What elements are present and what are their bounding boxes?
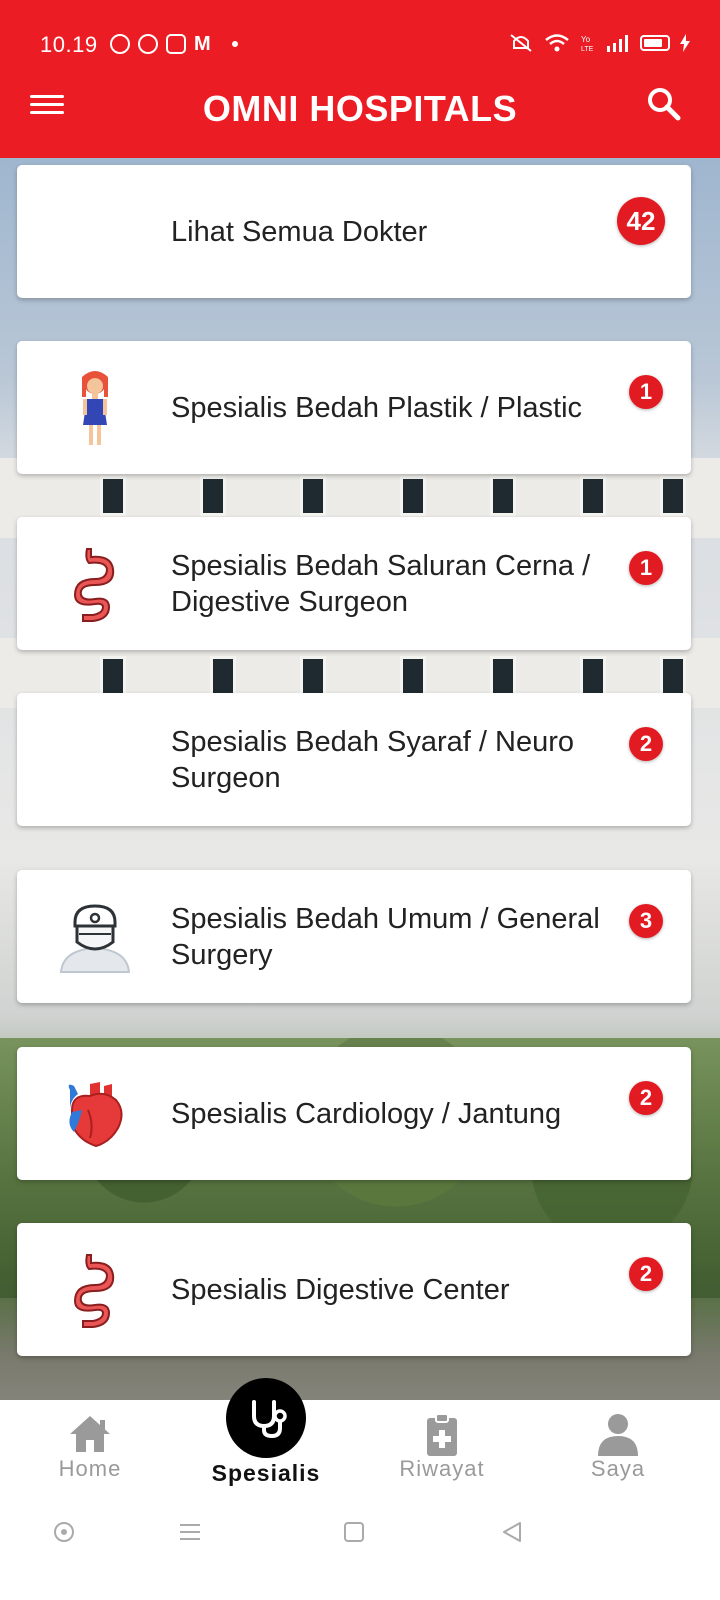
count-badge: 2 — [629, 1081, 663, 1115]
search-icon[interactable] — [644, 84, 684, 124]
nav-saya[interactable]: Saya — [528, 1400, 708, 1500]
system-navigation-bar — [0, 1500, 720, 1600]
status-bar: 10.19 M Yo LTE — [0, 0, 720, 90]
count-badge: 2 — [629, 1257, 663, 1291]
assistant-icon[interactable] — [52, 1520, 76, 1544]
home-icon — [70, 1416, 110, 1452]
notification-icons: M — [110, 34, 238, 54]
nav-riwayat-label: Riwayat — [399, 1456, 485, 1481]
list-item-label: Spesialis Digestive Center — [171, 1273, 510, 1306]
back-icon[interactable] — [500, 1520, 524, 1544]
list-item-label: Spesialis Cardiology / Jantung — [171, 1097, 562, 1130]
list-item-plastic-surgery[interactable]: Spesialis Bedah Plastik / Plastic 1 — [17, 341, 691, 474]
count-badge: 1 — [629, 551, 663, 585]
app-notification-icon — [138, 34, 158, 54]
count-badge: 2 — [629, 727, 663, 761]
list-item-label: Spesialis Bedah Syaraf / Neuro Surgeon — [171, 725, 574, 794]
system-status-icons: Yo LTE — [508, 32, 690, 54]
nav-home-label: Home — [58, 1456, 122, 1481]
list-item-label: Lihat Semua Dokter — [171, 215, 428, 248]
app-title: OMNI HOSPITALS — [202, 88, 518, 129]
whatsapp-icon — [110, 34, 130, 54]
volte-icon: Yo LTE — [581, 35, 594, 53]
woman-icon — [55, 369, 135, 449]
clipboard-medical-icon — [427, 1413, 457, 1456]
list-item-neuro-surgeon[interactable]: Spesialis Bedah Syaraf / Neuro Surgeon 2 — [17, 693, 691, 826]
top-bar: 10.19 M Yo LTE OMNI HOSPITALS — [0, 0, 720, 158]
bottom-navigation: Home Spesialis Riwayat Saya — [0, 1378, 720, 1500]
nav-home[interactable]: Home — [0, 1400, 180, 1500]
nav-spesialis[interactable]: Spesialis — [176, 1378, 356, 1500]
svg-text:Yo: Yo — [581, 35, 591, 44]
list-item-label: Spesialis Bedah Plastik / Plastic — [171, 391, 583, 424]
nav-saya-label: Saya — [590, 1456, 646, 1481]
list-item-all-doctors[interactable]: Lihat Semua Dokter 42 — [17, 165, 691, 298]
charging-icon — [680, 34, 690, 52]
nav-spesialis-label: Spesialis — [211, 1460, 321, 1486]
instagram-icon — [166, 34, 186, 54]
stethoscope-icon — [252, 1400, 287, 1439]
list-item-cardiology[interactable]: Spesialis Cardiology / Jantung 2 — [17, 1047, 691, 1180]
app-bar: OMNI HOSPITALS — [0, 88, 720, 158]
status-time: 10.19 — [40, 32, 98, 57]
count-badge: 1 — [629, 375, 663, 409]
heart-icon — [55, 1075, 135, 1155]
active-indicator — [226, 1378, 306, 1458]
stomach-icon — [55, 545, 135, 625]
nav-riwayat[interactable]: Riwayat — [352, 1400, 532, 1500]
signal-icon — [607, 35, 628, 52]
mute-icon — [510, 34, 532, 52]
more-notifications-icon — [232, 41, 238, 47]
recents-icon[interactable] — [178, 1520, 202, 1544]
list-item-digestive-surgeon[interactable]: Spesialis Bedah Saluran Cerna / Digestiv… — [17, 517, 691, 650]
gmail-icon: M — [194, 33, 211, 55]
list-item-label: Spesialis Bedah Saluran Cerna / Digestiv… — [171, 549, 591, 618]
list-item-digestive-center[interactable]: Spesialis Digestive Center 2 — [17, 1223, 691, 1356]
stomach-icon — [55, 1251, 135, 1331]
count-badge: 42 — [617, 197, 665, 245]
surgeon-icon — [55, 898, 135, 978]
list-item-general-surgery[interactable]: Spesialis Bedah Umum / General Surgery 3 — [17, 870, 691, 1003]
battery-icon — [640, 35, 670, 51]
home-button-icon[interactable] — [342, 1520, 366, 1544]
list-item-label: Spesialis Bedah Umum / General Surgery — [171, 902, 600, 971]
user-icon — [598, 1414, 638, 1456]
svg-text:LTE: LTE — [581, 46, 594, 53]
count-badge: 3 — [629, 904, 663, 938]
wifi-icon — [545, 34, 569, 52]
